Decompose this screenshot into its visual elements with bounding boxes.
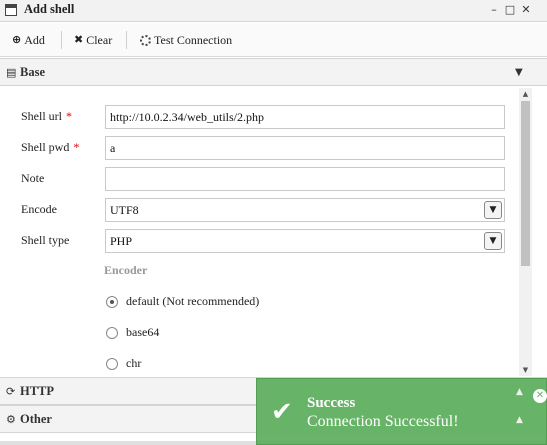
- checkmark-icon: ✔: [271, 397, 293, 427]
- encode-label: Encode: [21, 202, 57, 216]
- encoder-option-default[interactable]: default (Not recommended): [106, 294, 259, 309]
- section-header-base[interactable]: ▤ Base ▼: [0, 58, 547, 86]
- clear-button-label: Clear: [86, 33, 113, 47]
- toolbar-separator: [126, 31, 127, 49]
- note-label: Note: [21, 171, 45, 185]
- toolbar: ⊕ Add ✖ Clear Test Connection: [0, 23, 547, 57]
- scroll-up-icon[interactable]: ▲: [519, 88, 532, 100]
- window-icon: [5, 4, 17, 16]
- radio-label: chr: [126, 356, 142, 370]
- section-label-other: Other: [20, 411, 52, 426]
- maximize-button[interactable]: □: [503, 2, 517, 18]
- success-toast[interactable]: ✔ Success Connection Successful! ✕ ▲ ▲: [256, 378, 547, 445]
- cogs-icon: ⚙: [6, 412, 16, 426]
- base-panel: Shell url* Shell pwd* Note Encode UTF8 ▼…: [0, 87, 532, 377]
- radio-label: default (Not recommended): [126, 294, 260, 308]
- chevron-up-icon: ▲: [516, 387, 523, 397]
- radio-button[interactable]: [106, 326, 118, 339]
- spinner-icon: [140, 34, 151, 46]
- chevron-down-icon: ▼: [484, 232, 502, 250]
- shell-url-field[interactable]: [105, 105, 505, 129]
- scroll-down-icon[interactable]: ▼: [519, 364, 532, 376]
- note-field[interactable]: [105, 167, 505, 191]
- shell-pwd-field[interactable]: [105, 136, 505, 160]
- toast-message: Connection Successful!: [307, 413, 459, 430]
- chevron-down-icon: ▼: [484, 201, 502, 219]
- plus-circle-icon: ⊕: [12, 33, 22, 46]
- encoder-option-base64[interactable]: base64: [106, 325, 159, 340]
- encode-select-value: UTF8: [110, 203, 139, 217]
- encoder-title: Encoder: [104, 263, 148, 277]
- encoder-option-chr[interactable]: chr: [106, 356, 141, 371]
- refresh-icon: ⟳: [6, 384, 16, 398]
- file-icon: ▤: [6, 65, 17, 79]
- clear-button[interactable]: ✖ Clear: [74, 31, 112, 49]
- x-icon: ✖: [74, 33, 84, 46]
- chevron-down-icon: ▼: [515, 66, 523, 78]
- chevron-up-icon: ▲: [516, 415, 523, 425]
- encode-select[interactable]: UTF8 ▼: [105, 198, 505, 222]
- add-button-label: Add: [24, 33, 45, 47]
- radio-button[interactable]: [106, 295, 118, 308]
- close-icon[interactable]: ✕: [533, 389, 547, 403]
- shell-type-label: Shell type: [21, 233, 70, 247]
- shell-type-select-value: PHP: [110, 234, 133, 248]
- toolbar-separator: [61, 31, 62, 49]
- add-button[interactable]: ⊕ Add: [12, 31, 45, 49]
- test-connection-label: Test Connection: [154, 33, 233, 47]
- close-button[interactable]: ✕: [519, 2, 533, 18]
- radio-label: base64: [126, 325, 160, 339]
- test-connection-button[interactable]: Test Connection: [140, 31, 232, 49]
- section-label-http: HTTP: [20, 383, 55, 398]
- minimize-button[interactable]: –: [487, 2, 501, 18]
- panel-scrollbar[interactable]: ▲ ▼: [519, 88, 532, 376]
- shell-pwd-label: Shell pwd *: [21, 140, 80, 154]
- radio-button[interactable]: [106, 357, 118, 370]
- window-titlebar: Add shell – □ ✕: [0, 0, 547, 22]
- shell-type-select[interactable]: PHP ▼: [105, 229, 505, 253]
- toast-title: Success: [307, 395, 356, 411]
- section-label-base: Base: [20, 64, 45, 79]
- window-title: Add shell: [24, 2, 75, 16]
- shell-url-label: Shell url *: [21, 109, 72, 123]
- scrollbar-thumb[interactable]: [521, 101, 530, 266]
